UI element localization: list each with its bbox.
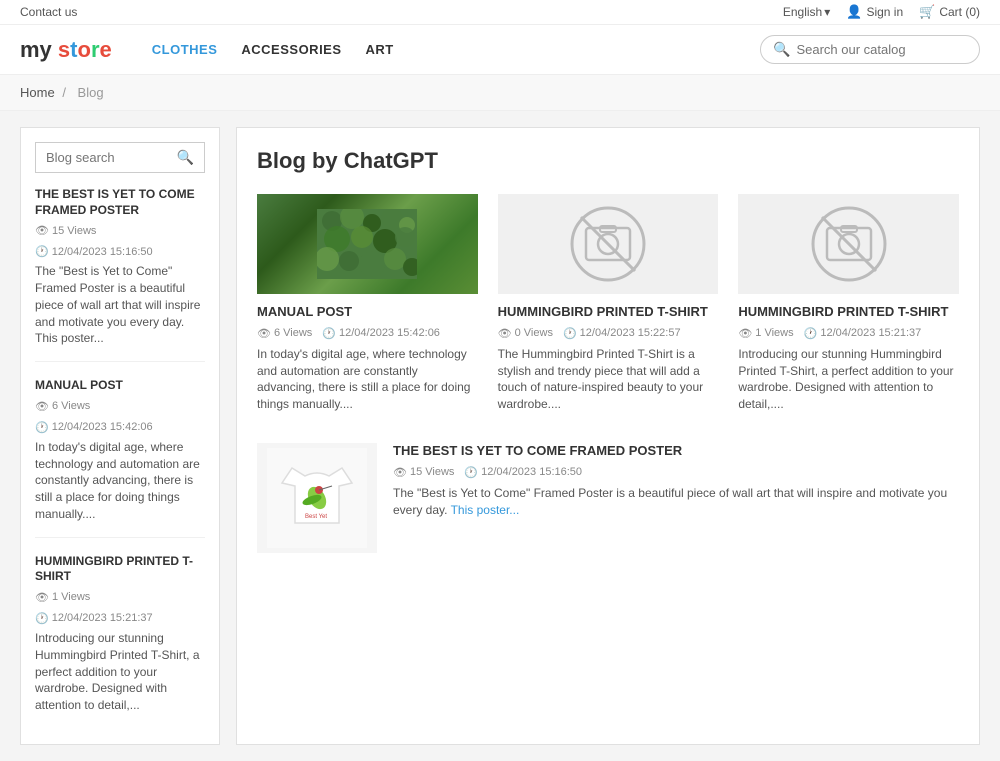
card-date-icon-1: 🕐 12/04/2023 15:42:06 — [322, 327, 440, 340]
blog-single-content: THE BEST IS YET TO COME FRAMED POSTER 👁 … — [393, 443, 959, 553]
cart-label: Cart (0) — [939, 5, 980, 19]
blog-grid: MANUAL POST 👁 6 Views 🕐 12/04/2023 15:42… — [257, 194, 959, 413]
logo-my: my — [20, 37, 58, 62]
blog-card-meta-2: 👁 0 Views 🕐 12/04/2023 15:22:57 — [498, 327, 719, 340]
svg-text:Best Yet: Best Yet — [305, 514, 327, 520]
search-bar: 🔍 — [760, 35, 980, 64]
moss-image — [257, 194, 478, 294]
header: my store CLOTHES ACCESSORIES ART 🔍 — [0, 25, 1000, 75]
search-icon: 🔍 — [773, 41, 790, 58]
blog-card-manual-post: MANUAL POST 👁 6 Views 🕐 12/04/2023 15:42… — [257, 194, 478, 413]
sidebar-search-box: 🔍 — [35, 142, 205, 173]
logo-t: t — [70, 37, 77, 62]
blog-single-post: Best Yet THE BEST IS YET TO COME FRAMED … — [257, 433, 959, 553]
single-views-icon: 👁 15 Views — [393, 466, 454, 479]
user-icon: 👤 — [846, 4, 862, 20]
sidebar-post-title-2[interactable]: MANUAL POST — [35, 378, 205, 394]
no-image-placeholder-2 — [738, 194, 959, 294]
sidebar-post-excerpt-2: In today's digital age, where technology… — [35, 439, 205, 523]
no-image-placeholder-1 — [498, 194, 719, 294]
sidebar-post-3: HUMMINGBIRD PRINTED T-SHIRT 👁 1 Views 🕐 … — [35, 554, 205, 714]
nav-clothes[interactable]: CLOTHES — [152, 42, 218, 57]
main-layout: 🔍 THE BEST IS YET TO COME FRAMED POSTER … — [0, 111, 1000, 761]
no-photo-icon-2 — [809, 204, 889, 284]
no-photo-icon-1 — [568, 204, 648, 284]
card-date-icon-2: 🕐 12/04/2023 15:22:57 — [563, 327, 681, 340]
logo-e: e — [100, 37, 112, 62]
card-views-icon-1: 👁 6 Views — [257, 327, 312, 340]
top-bar-right: English ▾ 👤 Sign in 🛒 Cart (0) — [783, 4, 980, 20]
blog-single-read-more[interactable]: This poster... — [451, 503, 520, 517]
date-icon-2: 🕐 12/04/2023 15:42:06 — [35, 421, 153, 434]
top-bar: Contact us English ▾ 👤 Sign in 🛒 Cart (0… — [0, 0, 1000, 25]
breadcrumb-separator: / — [62, 85, 69, 100]
search-input[interactable] — [796, 42, 967, 57]
sidebar: 🔍 THE BEST IS YET TO COME FRAMED POSTER … — [20, 127, 220, 745]
blog-single-excerpt: The "Best is Yet to Come" Framed Poster … — [393, 485, 959, 519]
blog-card-title-3[interactable]: HUMMINGBIRD PRINTED T-SHIRT — [738, 304, 959, 321]
blog-single-meta: 👁 15 Views 🕐 12/04/2023 15:16:50 — [393, 466, 959, 479]
date-icon-3: 🕐 12/04/2023 15:21:37 — [35, 612, 153, 625]
views-icon-1: 👁 15 Views — [35, 224, 96, 237]
language-dropdown-icon: ▾ — [824, 5, 830, 19]
blog-card-hummingbird-1: HUMMINGBIRD PRINTED T-SHIRT 👁 0 Views 🕐 … — [498, 194, 719, 413]
logo-r: r — [91, 37, 100, 62]
breadcrumb-current: Blog — [78, 85, 104, 100]
sidebar-post-title-3[interactable]: HUMMINGBIRD PRINTED T-SHIRT — [35, 554, 205, 585]
views-icon-3: 👁 1 Views — [35, 591, 90, 604]
sidebar-post-title-1[interactable]: THE BEST IS YET TO COME FRAMED POSTER — [35, 187, 205, 218]
blog-card-img-3[interactable] — [738, 194, 959, 294]
blog-card-img-2[interactable] — [498, 194, 719, 294]
sidebar-post-excerpt-1: The "Best is Yet to Come" Framed Poster … — [35, 263, 205, 347]
nav-accessories[interactable]: ACCESSORIES — [241, 42, 341, 57]
main-nav: CLOTHES ACCESSORIES ART — [152, 42, 740, 57]
blog-content: Blog by ChatGPT — [236, 127, 980, 745]
logo-s: s — [58, 37, 70, 62]
blog-card-hummingbird-2: HUMMINGBIRD PRINTED T-SHIRT 👁 1 Views 🕐 … — [738, 194, 959, 413]
blog-card-title-1[interactable]: MANUAL POST — [257, 304, 478, 321]
sidebar-post-meta-1: 👁 15 Views 🕐 12/04/2023 15:16:50 — [35, 224, 205, 258]
blog-card-excerpt-3: Introducing our stunning Hummingbird Pri… — [738, 346, 959, 413]
breadcrumb: Home / Blog — [0, 75, 1000, 111]
contact-us[interactable]: Contact us — [20, 5, 77, 19]
blog-single-title[interactable]: THE BEST IS YET TO COME FRAMED POSTER — [393, 443, 959, 460]
sidebar-post-meta-3: 👁 1 Views 🕐 12/04/2023 15:21:37 — [35, 591, 205, 625]
blog-card-excerpt-2: The Hummingbird Printed T-Shirt is a sty… — [498, 346, 719, 413]
card-views-icon-2: 👁 0 Views — [498, 327, 553, 340]
sign-in-link[interactable]: 👤 Sign in — [846, 4, 903, 20]
views-icon-2: 👁 6 Views — [35, 400, 90, 413]
sidebar-post-2: MANUAL POST 👁 6 Views 🕐 12/04/2023 15:42… — [35, 378, 205, 538]
blog-single-img[interactable]: Best Yet — [257, 443, 377, 553]
sidebar-post-meta-2: 👁 6 Views 🕐 12/04/2023 15:42:06 — [35, 400, 205, 434]
blog-card-excerpt-1: In today's digital age, where technology… — [257, 346, 478, 413]
card-views-icon-3: 👁 1 Views — [738, 327, 793, 340]
breadcrumb-home[interactable]: Home — [20, 85, 55, 100]
date-icon-1: 🕐 12/04/2023 15:16:50 — [35, 245, 153, 258]
sign-in-label: Sign in — [866, 5, 903, 19]
blog-card-meta-3: 👁 1 Views 🕐 12/04/2023 15:21:37 — [738, 327, 959, 340]
tshirt-svg: Best Yet — [267, 448, 367, 548]
card-date-icon-3: 🕐 12/04/2023 15:21:37 — [804, 327, 922, 340]
logo-o: o — [78, 37, 91, 62]
blog-card-title-2[interactable]: HUMMINGBIRD PRINTED T-SHIRT — [498, 304, 719, 321]
language-label: English — [783, 5, 822, 19]
logo[interactable]: my store — [20, 37, 112, 63]
cart-link[interactable]: 🛒 Cart (0) — [919, 4, 980, 20]
sidebar-search-input[interactable] — [46, 150, 177, 165]
language-selector[interactable]: English ▾ — [783, 5, 830, 19]
sidebar-post-1: THE BEST IS YET TO COME FRAMED POSTER 👁 … — [35, 187, 205, 362]
blog-card-img-1[interactable] — [257, 194, 478, 294]
sidebar-search-icon[interactable]: 🔍 — [177, 149, 194, 166]
single-date-icon: 🕐 12/04/2023 15:16:50 — [464, 466, 582, 479]
moss-svg — [317, 209, 417, 279]
blog-title: Blog by ChatGPT — [257, 148, 959, 174]
sidebar-post-excerpt-3: Introducing our stunning Hummingbird Pri… — [35, 630, 205, 714]
blog-card-meta-1: 👁 6 Views 🕐 12/04/2023 15:42:06 — [257, 327, 478, 340]
cart-icon: 🛒 — [919, 4, 935, 20]
nav-art[interactable]: ART — [366, 42, 394, 57]
